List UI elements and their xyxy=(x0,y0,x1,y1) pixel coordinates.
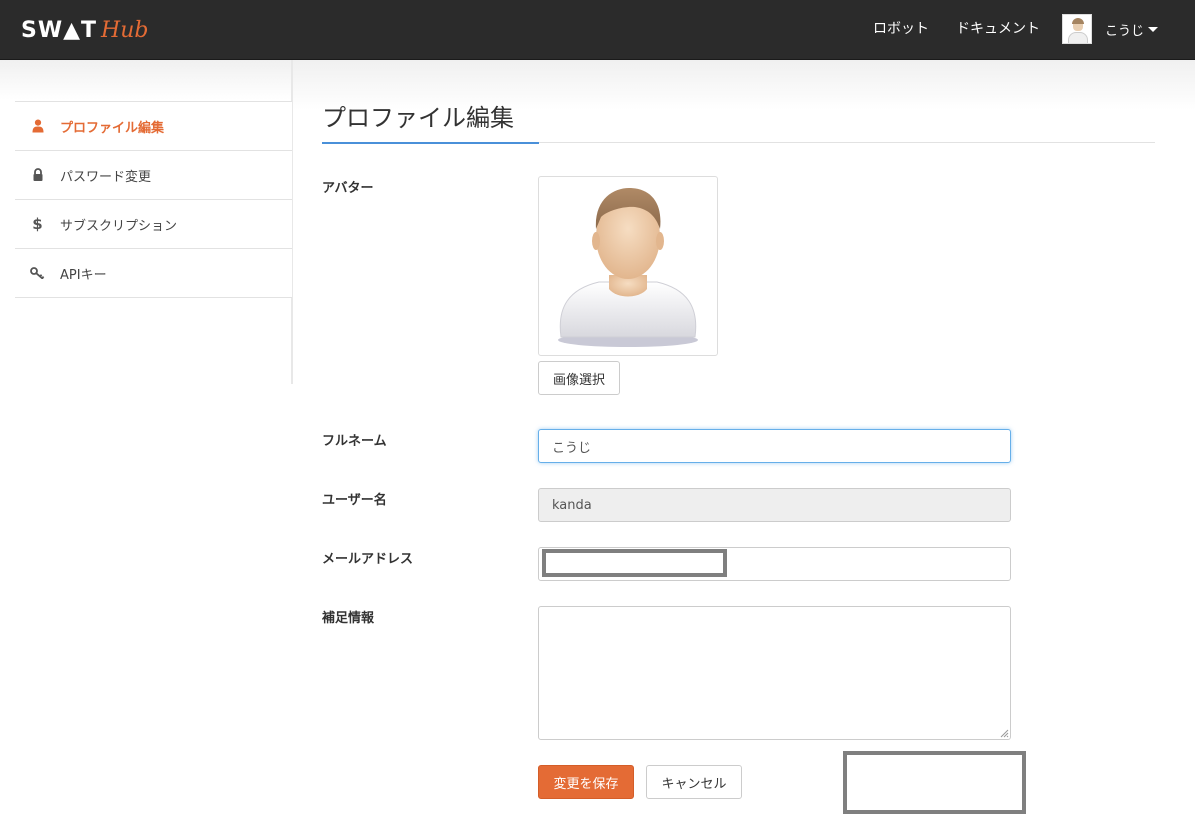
user-icon xyxy=(15,119,60,133)
sidebar-item-label: APIキー xyxy=(60,267,107,283)
avatar-label: アバター xyxy=(322,181,374,196)
nav-link-robot[interactable]: ロボット xyxy=(873,20,929,38)
redacted-block xyxy=(542,549,727,577)
username-input: kanda xyxy=(538,488,1011,522)
cancel-button[interactable]: キャンセル xyxy=(646,765,742,799)
fullname-input[interactable]: こうじ xyxy=(538,429,1011,463)
nav-link-docs[interactable]: ドキュメント xyxy=(956,20,1040,38)
key-icon xyxy=(15,267,60,279)
caret-down-icon xyxy=(1148,26,1159,32)
email-label: メールアドレス xyxy=(322,552,414,567)
sidebar-item-subscription[interactable]: $ サブスクリプション xyxy=(15,200,292,249)
resize-handle-icon[interactable] xyxy=(999,728,1009,738)
sidebar-item-profile[interactable]: プロファイル編集 xyxy=(15,102,292,151)
page-title: プロファイル編集 xyxy=(322,104,514,132)
notes-textarea[interactable] xyxy=(538,606,1011,740)
sidebar-item-api-key[interactable]: APIキー xyxy=(15,249,292,298)
avatar-image xyxy=(538,176,718,356)
notes-label: 補足情報 xyxy=(322,611,375,626)
redacted-block xyxy=(843,751,1026,814)
sidebar-item-label: プロファイル編集 xyxy=(60,120,165,136)
lock-icon xyxy=(15,168,60,182)
title-underline xyxy=(322,142,539,144)
sidebar-menu: プロファイル編集 パスワード変更 $ サブスクリプション APIキー xyxy=(15,101,292,298)
sidebar-item-label: サブスクリプション xyxy=(60,218,178,234)
select-image-button[interactable]: 画像選択 xyxy=(538,361,620,395)
fullname-label: フルネーム xyxy=(322,434,387,449)
person-icon xyxy=(558,187,698,347)
dollar-icon: $ xyxy=(32,215,43,233)
brand-sub-text: Hub xyxy=(101,18,149,43)
user-name: こうじ xyxy=(1105,23,1145,39)
username-label: ユーザー名 xyxy=(322,493,387,508)
avatar xyxy=(1062,14,1092,44)
sidebar-item-label: パスワード変更 xyxy=(60,169,152,185)
user-menu[interactable]: こうじ xyxy=(1062,14,1159,44)
sidebar-item-password[interactable]: パスワード変更 xyxy=(15,151,292,200)
brand-main-text: SW▲T xyxy=(21,18,98,43)
top-navbar: SW▲T Hub ロボット ドキュメント こうじ xyxy=(0,0,1195,60)
save-button[interactable]: 変更を保存 xyxy=(538,765,634,799)
brand-logo[interactable]: SW▲T Hub xyxy=(21,14,148,44)
